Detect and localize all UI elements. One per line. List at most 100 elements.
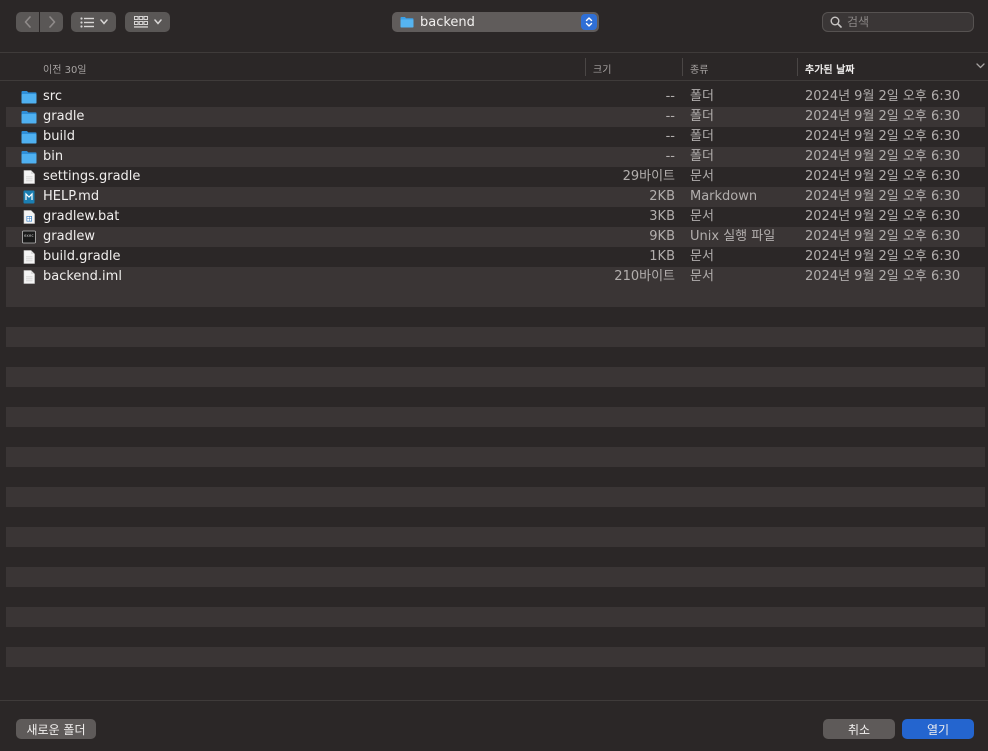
file-date-added: 2024년 9월 2일 오후 6:30 xyxy=(805,89,961,104)
file-row[interactable]: build -- 폴더 2024년 9월 2일 오후 6:30 xyxy=(6,127,985,147)
empty-row xyxy=(6,367,985,387)
file-name: settings.gradle xyxy=(43,169,141,184)
file-row[interactable]: HELP.md 2KB Markdown 2024년 9월 2일 오후 6:30 xyxy=(6,187,985,207)
empty-row xyxy=(6,567,985,587)
file-size: 29바이트 xyxy=(622,169,675,184)
file-name: build xyxy=(43,129,75,144)
file-row[interactable]: bin -- 폴더 2024년 9월 2일 오후 6:30 xyxy=(6,147,985,167)
new-folder-button[interactable]: 새로운 폴더 xyxy=(16,719,96,739)
cancel-button[interactable]: 취소 xyxy=(823,719,895,739)
file-name: backend.iml xyxy=(43,269,122,284)
document-icon xyxy=(23,250,35,264)
file-name: src xyxy=(43,89,62,104)
file-name: gradlew.bat xyxy=(43,209,120,224)
open-button[interactable]: 열기 xyxy=(902,719,974,739)
file-row[interactable]: gradle -- 폴더 2024년 9월 2일 오후 6:30 xyxy=(6,107,985,127)
empty-row xyxy=(6,647,985,667)
file-kind: 폴더 xyxy=(690,129,714,144)
file-row[interactable]: gradlew.bat 3KB 문서 2024년 9월 2일 오후 6:30 xyxy=(6,207,985,227)
empty-row xyxy=(6,487,985,507)
terminal-executable-icon: exec xyxy=(22,230,36,244)
navigation-buttons xyxy=(16,12,63,32)
search-input[interactable] xyxy=(847,15,957,29)
file-size: 2KB xyxy=(649,189,675,204)
column-name-header[interactable]: 이전 30일 xyxy=(43,61,87,76)
column-kind-header[interactable]: 종류 xyxy=(690,61,708,76)
search-icon xyxy=(830,16,842,28)
file-open-dialog: backend 이전 30일 크기 종류 추가된 날짜 src--폴더202 xyxy=(0,0,988,751)
grid-icon xyxy=(133,16,148,28)
file-size: 3KB xyxy=(649,209,675,224)
column-separator[interactable] xyxy=(682,58,683,76)
chevron-down-icon xyxy=(153,19,162,25)
file-size: -- xyxy=(665,89,675,104)
location-stepper[interactable] xyxy=(581,14,597,30)
document-icon xyxy=(23,170,35,184)
file-date-added: 2024년 9월 2일 오후 6:30 xyxy=(805,229,961,244)
file-size: -- xyxy=(665,129,675,144)
file-kind: 문서 xyxy=(690,269,714,284)
folder-icon xyxy=(21,131,37,144)
file-kind: 폴더 xyxy=(690,109,714,124)
file-date-added: 2024년 9월 2일 오후 6:30 xyxy=(805,269,961,284)
chevron-right-icon xyxy=(48,16,55,28)
column-separator[interactable] xyxy=(585,58,586,76)
file-date-added: 2024년 9월 2일 오후 6:30 xyxy=(805,209,961,224)
document-icon xyxy=(23,270,35,284)
file-date-added: 2024년 9월 2일 오후 6:30 xyxy=(805,149,961,164)
file-row[interactable]: exec gradlew 9KB Unix 실행 파일 2024년 9월 2일 오후 6… xyxy=(6,227,985,247)
file-date-added: 2024년 9월 2일 오후 6:30 xyxy=(805,249,961,264)
chevron-left-icon xyxy=(24,16,31,28)
file-name: bin xyxy=(43,149,64,164)
chevron-down-icon xyxy=(99,19,108,25)
file-size: 1KB xyxy=(649,249,675,264)
file-kind: 문서 xyxy=(690,249,714,264)
file-row[interactable]: settings.gradle 29바이트 문서 2024년 9월 2일 오후 6:3… xyxy=(6,167,985,187)
column-separator[interactable] xyxy=(797,58,798,76)
file-kind: Markdown xyxy=(690,189,758,204)
file-kind: Unix 실행 파일 xyxy=(690,229,776,244)
location-popup[interactable]: backend xyxy=(392,12,599,32)
file-row[interactable]: backend.iml 210바이트 문서 2024년 9월 2일 오후 6:30 xyxy=(6,267,985,287)
forward-button[interactable] xyxy=(40,12,63,32)
folder-icon xyxy=(21,91,37,104)
file-name: gradle xyxy=(43,109,85,124)
empty-row xyxy=(6,607,985,627)
empty-row xyxy=(6,407,985,427)
column-date-added-header[interactable]: 추가된 날짜 xyxy=(805,61,854,76)
svg-text:exec: exec xyxy=(24,233,34,238)
file-date-added: 2024년 9월 2일 오후 6:30 xyxy=(805,169,961,184)
list-icon xyxy=(79,16,94,28)
back-button[interactable] xyxy=(16,12,39,32)
file-kind: 문서 xyxy=(690,209,714,224)
search-field[interactable] xyxy=(822,12,974,32)
folder-icon xyxy=(21,151,37,164)
up-down-chevron-icon xyxy=(585,17,593,27)
column-size-header[interactable]: 크기 xyxy=(593,61,611,76)
column-header: 이전 30일 크기 종류 추가된 날짜 xyxy=(0,53,988,81)
file-date-added: 2024년 9월 2일 오후 6:30 xyxy=(805,129,961,144)
file-name: gradlew xyxy=(43,229,96,244)
file-size: 9KB xyxy=(649,229,675,244)
file-name: HELP.md xyxy=(43,189,100,204)
group-options-button[interactable] xyxy=(125,12,170,32)
file-size: 210바이트 xyxy=(614,269,675,284)
markdown-icon xyxy=(23,190,35,204)
file-kind: 문서 xyxy=(690,169,714,184)
file-date-added: 2024년 9월 2일 오후 6:30 xyxy=(805,189,961,204)
file-row[interactable]: build.gradle 1KB 문서 2024년 9월 2일 오후 6:30 xyxy=(6,247,985,267)
file-list: src -- 폴더 2024년 9월 2일 오후 6:30 gradle -- 폴더 2024… xyxy=(6,87,985,287)
file-name: build.gradle xyxy=(43,249,121,264)
file-kind: 폴더 xyxy=(690,149,714,164)
folder-icon xyxy=(21,111,37,124)
bat-document-icon xyxy=(23,210,35,224)
empty-row xyxy=(6,327,985,347)
empty-row xyxy=(6,287,985,307)
footer-divider xyxy=(0,700,988,701)
file-size: -- xyxy=(665,109,675,124)
location-label: backend xyxy=(420,14,475,30)
empty-row xyxy=(6,527,985,547)
list-view-button[interactable] xyxy=(71,12,116,32)
file-row[interactable]: src -- 폴더 2024년 9월 2일 오후 6:30 xyxy=(6,87,985,107)
sort-descending-icon xyxy=(976,63,985,69)
